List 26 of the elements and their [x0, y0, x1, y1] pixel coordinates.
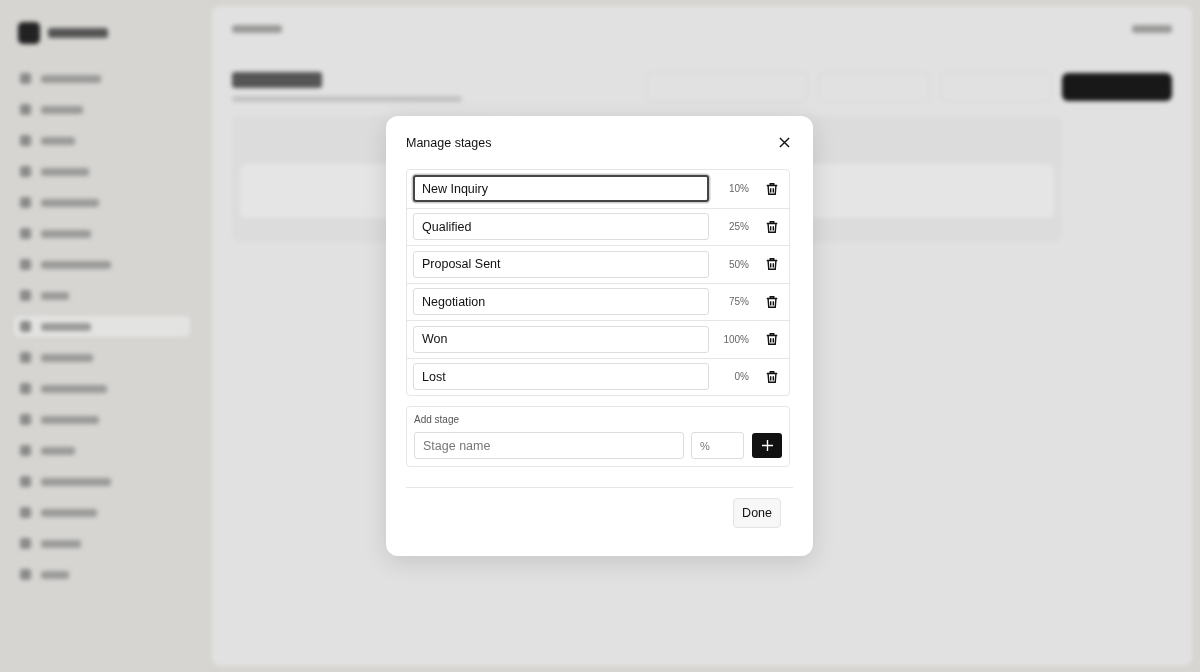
trash-icon: [765, 369, 779, 384]
stage-name-field[interactable]: Won: [413, 325, 709, 353]
trash-icon: [765, 294, 779, 309]
percent-field[interactable]: %: [691, 432, 744, 459]
done-button[interactable]: Done: [733, 498, 781, 528]
stage-name-field[interactable]: Proposal Sent: [413, 250, 709, 278]
stage-name-field[interactable]: New Inquiry: [413, 175, 709, 203]
add-button[interactable]: [752, 433, 782, 458]
stage-percent: 25%: [728, 221, 749, 233]
stage-name-field[interactable]: Qualified: [413, 213, 709, 241]
trash-icon: [765, 257, 779, 272]
stage-name-field[interactable]: Lost: [413, 363, 709, 391]
trash-icon: [765, 332, 779, 347]
stage-name-field[interactable]: Stage name: [414, 432, 684, 459]
stage-percent: 100%: [722, 333, 749, 345]
stage-percent: 0%: [733, 371, 749, 383]
stage-percent: 10%: [728, 183, 749, 195]
dialog-title: Manage stages: [406, 135, 492, 150]
close-icon: [779, 137, 790, 148]
trash-icon: [765, 181, 779, 196]
trash-icon: [765, 219, 779, 234]
stage-percent: 75%: [728, 296, 749, 308]
stage-name-field[interactable]: Negotiation: [413, 288, 709, 316]
add-stage-label: Add stage: [414, 414, 461, 425]
stage-percent: 50%: [728, 258, 749, 270]
plus-icon: [761, 440, 773, 451]
